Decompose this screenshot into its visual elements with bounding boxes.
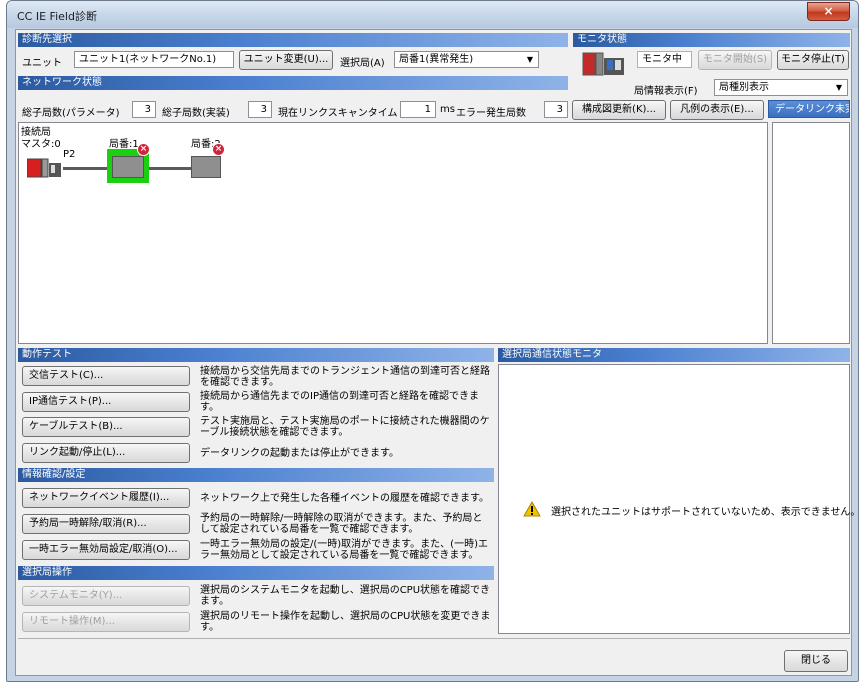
close-button[interactable]: 閉じる (784, 650, 848, 672)
remote-operation-desc: 選択局のリモート操作を起動し、選択局のCPU状態を変更できます。 (200, 611, 491, 633)
unit-label: ユニット (22, 58, 62, 69)
info-display-select[interactable]: 局種別表示 ▼ (714, 79, 848, 96)
system-monitor-button[interactable]: システムモニタ(Y)... (22, 586, 190, 606)
comm-test-desc: 接続局から交信先局までのトランジェント通信の到達可否と経路を確認できます。 (200, 366, 490, 388)
comm-monitor-header: 選択局通信状態モニタ (498, 348, 850, 362)
link-line-2 (149, 167, 191, 170)
station-label: 選択局(A) (340, 58, 385, 69)
ip-test-button[interactable]: IP通信テスト(P)... (22, 392, 190, 412)
ip-test-desc: 接続局から通信先までのIP通信の到達可否と経路を確認できます。 (200, 391, 479, 413)
dialog-window: CC IE Field診断 × 診断先選択 ユニット ユニット1(ネットワークN… (6, 0, 859, 682)
legend-button[interactable]: 凡例の表示(E)... (670, 100, 764, 120)
footer-divider (18, 638, 850, 639)
refresh-diagram-button[interactable]: 構成図更新(K)... (572, 100, 666, 120)
unit-field: ユニット1(ネットワークNo.1) (74, 51, 234, 68)
network-event-history-button[interactable]: ネットワークイベント履歴(I)... (22, 488, 190, 508)
chevron-down-icon: ▼ (526, 55, 534, 64)
cable-test-button[interactable]: ケーブルテスト(B)... (22, 417, 190, 437)
info-display-label: 局情報表示(F) (634, 86, 698, 97)
warning-icon (523, 500, 541, 517)
station-select[interactable]: 局番1(異常発生) ▼ (394, 51, 539, 68)
comm-test-button[interactable]: 交信テスト(C)... (22, 366, 190, 386)
chevron-down-icon: ▼ (835, 83, 843, 92)
remote-operation-button[interactable]: リモート操作(M)... (22, 612, 190, 632)
cable-test-desc: テスト実施局と、テスト実施局のポートに接続された機器間のケーブル接続状態を確認で… (200, 416, 490, 438)
monitor-stop-button[interactable]: モニタ停止(T) (777, 50, 849, 70)
topology-canvas: 接続局 マスタ:0 P2 局番:1 局番:2 × × (18, 122, 768, 344)
master-station-icon[interactable] (26, 157, 63, 179)
window-title: CC IE Field診断 (17, 10, 97, 23)
info-display-value: 局種別表示 (719, 82, 769, 93)
station1-label: 局番:1 (109, 139, 139, 150)
reserved-station-desc: 予約局の一時解除/一時解除の取消ができます。また、予約局として設定されている局番… (200, 513, 483, 535)
total-param-value: 3 (132, 101, 156, 118)
station-ops-header: 選択局操作 (18, 566, 494, 580)
total-actual-value: 3 (248, 101, 272, 118)
scan-time-label: 現在リンクスキャンタイム (278, 108, 398, 119)
total-actual-label: 総子局数(実装) (162, 108, 230, 119)
network-event-history-desc: ネットワーク上で発生した各種イベントの履歴を確認できます。 (200, 493, 489, 504)
comm-monitor-panel: 選択されたユニットはサポートされていないため、表示できません。 (498, 364, 858, 634)
port-label: P2 (63, 149, 76, 160)
master-label: マスタ:0 (21, 139, 61, 150)
station1-icon (112, 156, 144, 178)
link-start-stop-desc: データリンクの起動または停止ができます。 (200, 448, 399, 459)
network-status-header: ネットワーク状態 (18, 76, 568, 90)
reserved-station-button[interactable]: 予約局一時解除/取消(R)... (22, 514, 190, 534)
dialog-client-area: 診断先選択 ユニット ユニット1(ネットワークNo.1) ユニット変更(U)..… (15, 29, 858, 676)
monitor-start-button[interactable]: モニタ開始(S) (698, 50, 772, 70)
station1-error-icon: × (137, 143, 150, 156)
link-line-1 (63, 167, 107, 170)
error-count-value: 3 (544, 101, 568, 118)
monitor-status-field: モニタ中 (637, 51, 692, 68)
temp-error-invalid-button[interactable]: 一時エラー無効局設定/取消(O)... (22, 540, 190, 560)
close-window-button[interactable]: × (807, 2, 850, 21)
monitor-header: モニタ状態 (573, 33, 850, 47)
change-unit-button[interactable]: ユニット変更(U)... (239, 50, 333, 70)
link-start-stop-button[interactable]: リンク起動/停止(L)... (22, 443, 190, 463)
datalink-tab[interactable]: データリンク未実 (768, 100, 850, 118)
station-select-value: 局番1(異常発生) (399, 54, 474, 65)
station2-icon[interactable] (191, 156, 221, 178)
station2-error-icon: × (212, 143, 225, 156)
error-count-label: エラー発生局数 (456, 108, 526, 119)
scan-time-value: 1 (400, 101, 436, 118)
info-confirm-header: 情報確認/設定 (18, 468, 494, 482)
unsupported-message: 選択されたユニットはサポートされていないため、表示できません。 (551, 507, 859, 518)
datalink-list-panel (772, 122, 850, 344)
operation-test-header: 動作テスト (18, 348, 494, 362)
system-monitor-desc: 選択局のシステムモニタを起動し、選択局のCPU状態を確認できます。 (200, 585, 491, 607)
temp-error-invalid-desc: 一時エラー無効局の設定/(一時)取消ができます。また、(一時)エラー無効局として… (200, 539, 488, 561)
diag-target-header: 診断先選択 (18, 33, 568, 47)
monitor-status-icon (582, 50, 628, 78)
title-bar: CC IE Field診断 × (7, 1, 858, 28)
total-param-label: 総子局数(パラメータ) (22, 108, 120, 119)
scan-time-unit: ms (440, 104, 455, 115)
